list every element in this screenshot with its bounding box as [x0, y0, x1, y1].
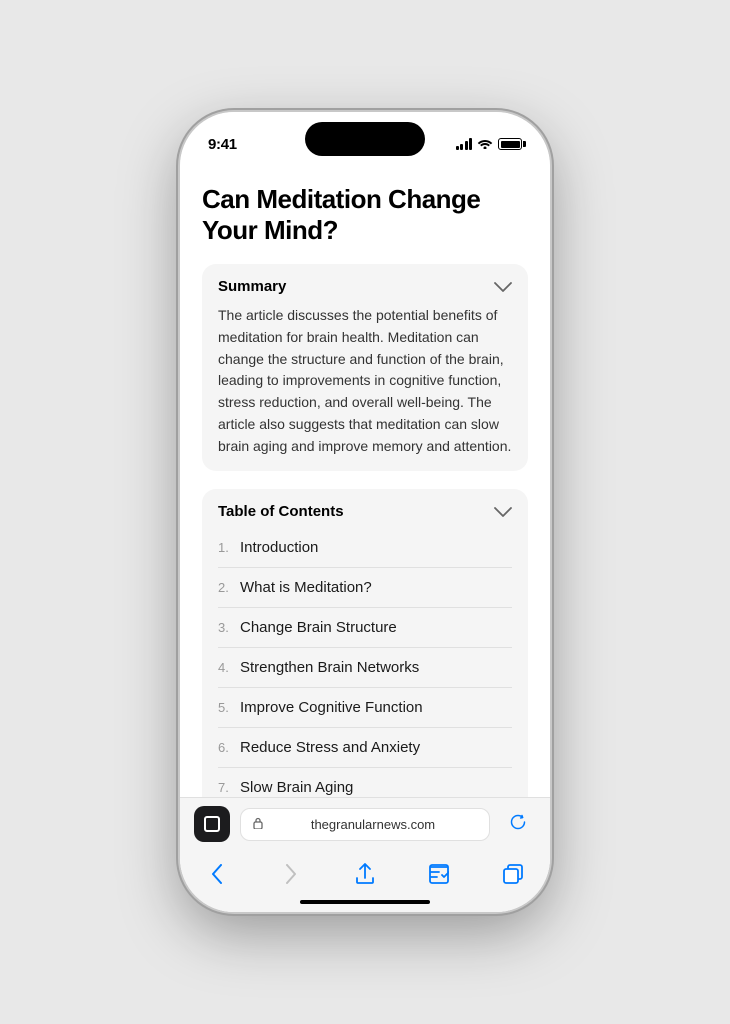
bookmarks-button[interactable]	[415, 856, 463, 892]
status-bar: 9:41	[180, 112, 550, 164]
refresh-button[interactable]	[500, 806, 536, 842]
toc-item-label: Introduction	[240, 539, 318, 556]
toc-item-label: Improve Cognitive Function	[240, 699, 423, 716]
status-icons	[456, 137, 523, 152]
toc-item[interactable]: 1. Introduction	[218, 528, 512, 568]
toc-item-number: 6.	[218, 740, 240, 755]
article-title: Can Meditation Change Your Mind?	[202, 184, 528, 246]
toc-item[interactable]: 7. Slow Brain Aging	[218, 768, 512, 797]
wifi-icon	[477, 137, 493, 152]
toc-item[interactable]: 2. What is Meditation?	[218, 568, 512, 608]
home-indicator	[180, 894, 550, 912]
toc-item-label: Strengthen Brain Networks	[240, 659, 419, 676]
bottom-nav	[180, 850, 550, 894]
summary-chevron-icon[interactable]	[494, 279, 512, 295]
toc-item-number: 7.	[218, 780, 240, 795]
toc-item[interactable]: 6. Reduce Stress and Anxiety	[218, 728, 512, 768]
content-area: Can Meditation Change Your Mind? Summary…	[180, 164, 550, 912]
toc-item-label: Change Brain Structure	[240, 619, 397, 636]
toc-item-number: 1.	[218, 540, 240, 555]
home-bar	[300, 900, 430, 904]
toc-item-label: Slow Brain Aging	[240, 779, 353, 796]
summary-title: Summary	[218, 278, 286, 295]
status-time: 9:41	[208, 136, 237, 153]
toc-item[interactable]: 3. Change Brain Structure	[218, 608, 512, 648]
toc-chevron-icon[interactable]	[494, 504, 512, 520]
signal-icon	[456, 138, 473, 150]
browser-bar: thegranularnews.com	[180, 797, 550, 850]
summary-text: The article discusses the potential bene…	[218, 305, 512, 457]
toc-item[interactable]: 4. Strengthen Brain Networks	[218, 648, 512, 688]
toc-item-label: What is Meditation?	[240, 579, 372, 596]
back-button[interactable]	[193, 856, 241, 892]
toc-item-number: 5.	[218, 700, 240, 715]
refresh-icon	[509, 813, 527, 836]
toc-header[interactable]: Table of Contents	[218, 503, 512, 520]
tab-count-button[interactable]	[194, 806, 230, 842]
lock-icon	[253, 817, 263, 832]
toc-item-number: 2.	[218, 580, 240, 595]
toc-item-number: 4.	[218, 660, 240, 675]
toc-item-number: 3.	[218, 620, 240, 635]
battery-icon	[498, 138, 522, 150]
toc-item[interactable]: 5. Improve Cognitive Function	[218, 688, 512, 728]
toc-card: Table of Contents 1. Introduction 2. Wha…	[202, 489, 528, 797]
share-button[interactable]	[341, 856, 389, 892]
url-text: thegranularnews.com	[269, 817, 477, 832]
url-bar[interactable]: thegranularnews.com	[240, 808, 490, 841]
article-scroll[interactable]: Can Meditation Change Your Mind? Summary…	[180, 164, 550, 797]
toc-list: 1. Introduction 2. What is Meditation? 3…	[218, 528, 512, 797]
phone-frame: 9:41 Can Meditation Change Your Mind?	[180, 112, 550, 912]
forward-button[interactable]	[267, 856, 315, 892]
toc-item-label: Reduce Stress and Anxiety	[240, 739, 420, 756]
tab-count-icon	[204, 816, 220, 832]
dynamic-island	[305, 122, 425, 156]
tabs-button[interactable]	[489, 856, 537, 892]
summary-header[interactable]: Summary	[218, 278, 512, 295]
toc-title: Table of Contents	[218, 503, 344, 520]
summary-card: Summary The article discusses the potent…	[202, 264, 528, 471]
